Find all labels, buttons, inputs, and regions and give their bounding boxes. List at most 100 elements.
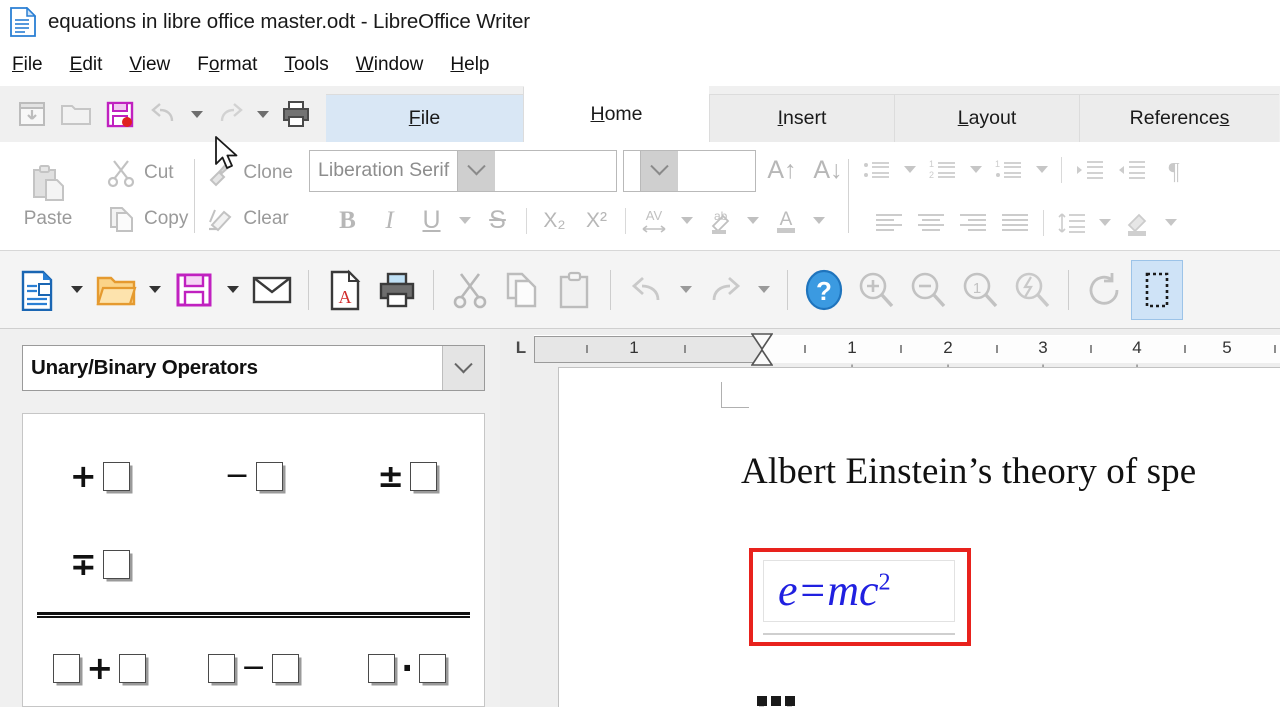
line-spacing-button[interactable] (1052, 206, 1092, 240)
elements-category-chevron-down-icon[interactable] (442, 346, 484, 390)
highlight-color-dropdown-icon[interactable] (742, 199, 764, 243)
paste-icon[interactable] (548, 260, 600, 320)
zoom-100-icon[interactable]: 1 (954, 260, 1006, 320)
subscript-button[interactable]: X₂ (535, 202, 575, 240)
element-plus-minus-placeholder[interactable]: ± (330, 432, 484, 520)
zoom-out-icon[interactable] (902, 260, 954, 320)
redo-dropdown-icon[interactable] (252, 92, 274, 136)
print-icon[interactable] (371, 260, 423, 320)
indent-marker[interactable] (750, 332, 774, 366)
horizontal-ruler[interactable]: L 1 1 2 3 4 5 (500, 329, 1280, 379)
menu-format[interactable]: Format (197, 54, 257, 76)
formatting-marks-button[interactable]: ¶ (1154, 153, 1194, 187)
tab-file[interactable]: File (326, 94, 523, 142)
increase-indent-button[interactable] (1070, 153, 1110, 187)
font-color-dropdown-icon[interactable] (808, 199, 830, 243)
highlight-color-button[interactable]: ab (700, 202, 740, 240)
paste-button[interactable]: Paste (0, 142, 96, 250)
email-icon[interactable] (246, 260, 298, 320)
document-heading[interactable]: Albert Einstein’s theory of spe (741, 450, 1196, 493)
unordered-list-button[interactable] (857, 153, 897, 187)
open-folder-icon[interactable] (54, 92, 98, 136)
font-name-chevron-down-icon[interactable] (457, 150, 496, 191)
element-minus-placeholder[interactable]: − (177, 432, 331, 520)
export-pdf-icon[interactable]: A (319, 260, 371, 320)
document-area[interactable]: L 1 1 2 3 4 5 Albert Einstein’s theory o… (500, 329, 1280, 707)
font-name-combo[interactable]: Liberation Serif (309, 149, 618, 192)
align-center-button[interactable] (911, 206, 951, 240)
copy-icon[interactable] (496, 260, 548, 320)
menu-window[interactable]: Window (356, 54, 424, 76)
undo-dropdown-icon[interactable] (186, 92, 208, 136)
italic-button[interactable]: I (370, 202, 410, 240)
refresh-icon[interactable] (1079, 260, 1131, 320)
menu-tools[interactable]: Tools (284, 54, 328, 76)
tab-references[interactable]: References (1079, 94, 1279, 142)
open-document-dropdown-icon[interactable] (142, 260, 168, 320)
save-icon[interactable] (98, 92, 142, 136)
underline-dropdown-icon[interactable] (454, 199, 476, 243)
ordered-list-dropdown-icon[interactable] (965, 148, 987, 192)
clear-formatting-button[interactable]: Clear (199, 200, 299, 238)
cut-button[interactable]: Cut (100, 154, 194, 192)
elements-category-combo[interactable]: Unary/Binary Operators (22, 345, 485, 391)
grow-font-button[interactable]: A↑ (762, 152, 802, 190)
line-spacing-dropdown-icon[interactable] (1094, 201, 1116, 245)
save-document-icon[interactable] (168, 260, 220, 320)
justify-button[interactable] (995, 206, 1035, 240)
element-addition[interactable]: + (23, 624, 177, 706)
element-multiplication-dot[interactable]: · (330, 624, 484, 706)
underline-button[interactable]: U (412, 202, 452, 240)
menu-file[interactable]: File (12, 54, 43, 76)
redo-icon[interactable] (208, 92, 252, 136)
paragraph-background-button[interactable] (1118, 206, 1158, 240)
new-document-dropdown-icon[interactable] (64, 260, 90, 320)
zoom-in-icon[interactable] (850, 260, 902, 320)
tab-home[interactable]: Home (523, 86, 709, 142)
cut-icon[interactable] (444, 260, 496, 320)
save-as-icon[interactable] (10, 92, 54, 136)
shrink-font-button[interactable]: A↓ (808, 152, 848, 190)
undo-dropdown-icon[interactable] (673, 260, 699, 320)
document-page[interactable]: Albert Einstein’s theory of spe e=mc2 (558, 367, 1280, 707)
character-spacing-dropdown-icon[interactable] (676, 199, 698, 243)
element-plus-placeholder[interactable]: + (23, 432, 177, 520)
decrease-indent-button[interactable] (1112, 153, 1152, 187)
element-subtraction[interactable]: − (177, 624, 331, 706)
equation-selection-frame[interactable]: e=mc2 (749, 548, 971, 646)
help-icon[interactable]: ? (798, 260, 850, 320)
strikethrough-button[interactable]: S (478, 202, 518, 240)
tab-layout[interactable]: Layout (894, 94, 1079, 142)
equation-object[interactable]: e=mc2 (763, 560, 955, 622)
ordered-list-button[interactable]: 1 2 (923, 153, 963, 187)
copy-button[interactable]: Copy (100, 200, 194, 238)
new-document-icon[interactable] (12, 260, 64, 320)
open-document-icon[interactable] (90, 260, 142, 320)
tab-stop-type-indicator[interactable]: L (508, 329, 534, 367)
menu-edit[interactable]: Edit (70, 54, 103, 76)
paragraph-background-dropdown-icon[interactable] (1160, 201, 1182, 245)
undo-icon[interactable] (142, 92, 186, 136)
save-document-dropdown-icon[interactable] (220, 260, 246, 320)
superscript-button[interactable]: X² (577, 202, 617, 240)
align-right-button[interactable] (953, 206, 993, 240)
unordered-list-dropdown-icon[interactable] (899, 148, 921, 192)
font-size-combo[interactable] (623, 149, 757, 192)
outline-list-button[interactable]: 1 (989, 153, 1029, 187)
align-left-button[interactable] (869, 206, 909, 240)
redo-icon[interactable] (699, 260, 751, 320)
undo-icon[interactable] (621, 260, 673, 320)
zoom-previous-icon[interactable] (1006, 260, 1058, 320)
font-color-button[interactable]: A (766, 202, 806, 240)
menu-view[interactable]: View (129, 54, 170, 76)
ruler-strip[interactable]: 1 1 2 3 4 5 ⊥ ⊥ ⊥ ⊥ (534, 332, 1280, 379)
font-size-chevron-down-icon[interactable] (640, 150, 679, 191)
tab-insert[interactable]: Insert (709, 94, 894, 142)
element-minus-plus-placeholder[interactable]: ∓ (23, 520, 177, 608)
character-spacing-button[interactable]: AV (634, 202, 674, 240)
print-icon[interactable] (274, 92, 318, 136)
menu-help[interactable]: Help (450, 54, 489, 76)
redo-dropdown-icon[interactable] (751, 260, 777, 320)
formatting-marks-icon[interactable] (1131, 259, 1183, 320)
outline-list-dropdown-icon[interactable] (1031, 148, 1053, 192)
